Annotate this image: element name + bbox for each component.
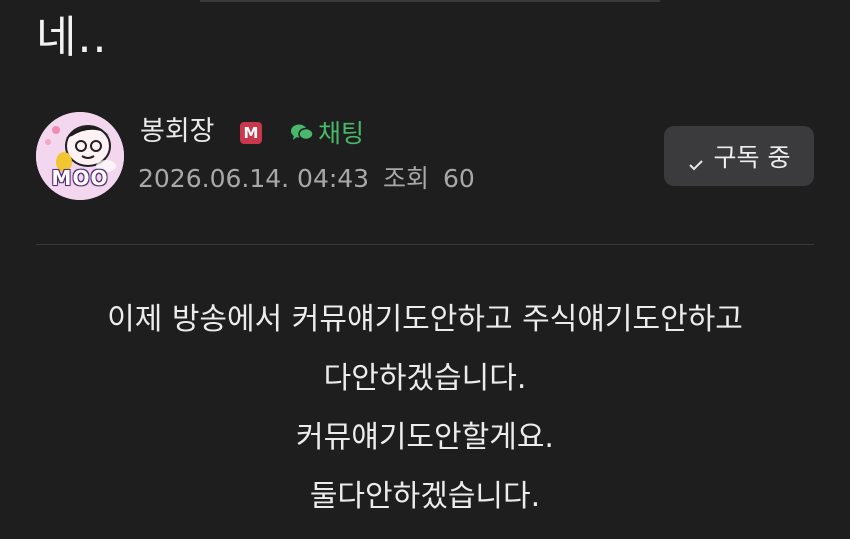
content-divider: [36, 244, 814, 245]
views-label: 조회: [383, 164, 430, 193]
post-title: 네..: [36, 12, 108, 63]
body-line: 커뮤얘기도안할게요.: [296, 420, 554, 455]
speech-bubbles-icon: [290, 121, 314, 143]
subscribe-label: 구독 중: [713, 143, 791, 172]
author-row: MOO 봉회장 M 채팅 2026.06.14. 04:43 조회 60 구독 …: [36, 112, 816, 202]
chat-label: 채팅: [318, 119, 365, 148]
post-meta: 2026.06.14. 04:43 조회 60: [138, 160, 481, 198]
views-count: 60: [443, 164, 475, 193]
manager-badge: M: [240, 122, 262, 144]
author-name[interactable]: 봉회장: [140, 112, 215, 152]
check-icon: [688, 149, 704, 171]
avatar[interactable]: MOO: [36, 112, 124, 200]
body-line: 둘다안하겠습니다.: [309, 479, 541, 514]
chat-link[interactable]: 채팅: [290, 112, 364, 152]
post-body: 이제 방송에서 커뮤얘기도안하고 주식얘기도안하고 다안하겠습니다. 커뮤얘기도…: [0, 290, 850, 526]
post-page: 네.. MOO 봉회장 M 채팅 2026.06.14. 04:43 조회 60…: [0, 0, 850, 539]
body-line: 이제 방송에서 커뮤얘기도안하고 주식얘기도안하고: [107, 302, 743, 337]
body-line: 다안하겠습니다.: [323, 361, 527, 396]
subscribe-button[interactable]: 구독 중: [664, 126, 814, 186]
top-divider: [200, 0, 660, 2]
avatar-logo-text: MOO: [51, 166, 109, 190]
post-datetime: 2026.06.14. 04:43: [138, 164, 370, 193]
